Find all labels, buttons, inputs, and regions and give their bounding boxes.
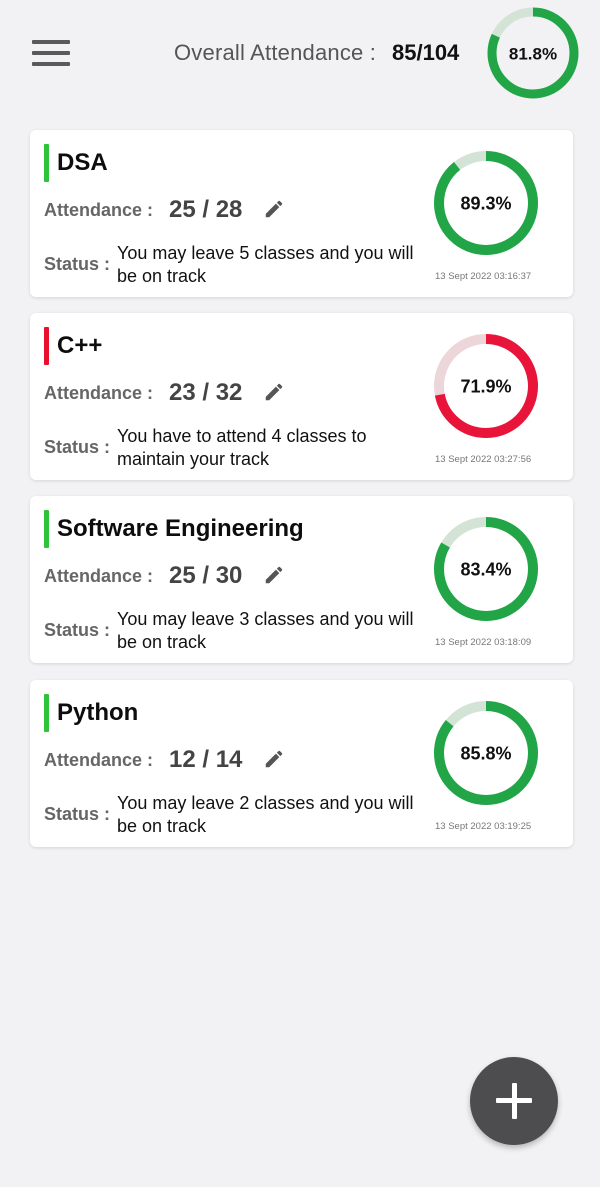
attendance-ring: 89.3%: [434, 151, 538, 255]
subject-name: C++: [57, 332, 103, 359]
subject-name: Software Engineering: [57, 515, 304, 542]
timestamp: 13 Sept 2022 03:27:56: [435, 454, 532, 465]
attendance-label: Attendance :: [44, 750, 154, 770]
status-label: Status :: [44, 437, 111, 457]
pencil-icon[interactable]: [263, 564, 285, 586]
app-header: Overall Attendance : 85/104 81.8%: [0, 0, 600, 110]
attendance-ring: 71.9%: [434, 334, 538, 438]
attendance-value: 23 / 32: [169, 379, 243, 406]
pencil-icon[interactable]: [263, 381, 285, 403]
attendance-percent-label: 83.4%: [460, 560, 511, 580]
status-text: You may leave 3 classes and you will be …: [117, 609, 414, 652]
add-subject-button[interactable]: [470, 1057, 558, 1145]
attendance-value: 12 / 14: [169, 746, 243, 773]
attendance-label: Attendance :: [44, 566, 154, 586]
attendance-percent-label: 85.8%: [460, 744, 511, 764]
subject-card[interactable]: DSA Attendance : 25 / 28 Status : You ma…: [30, 130, 573, 297]
overall-attendance-ring: 81.8%: [487, 7, 579, 99]
timestamp: 13 Sept 2022 03:19:25: [435, 821, 532, 832]
attendance-percent-label: 71.9%: [460, 377, 511, 397]
timestamp: 13 Sept 2022 03:16:37: [435, 271, 532, 282]
status-text: You may leave 5 classes and you will be …: [117, 243, 414, 286]
menu-bar: [32, 40, 70, 44]
attendance-label: Attendance :: [44, 383, 154, 403]
pencil-icon[interactable]: [263, 748, 285, 770]
overall-attendance-label: Overall Attendance :: [174, 40, 377, 65]
menu-bar: [32, 62, 70, 66]
status-label: Status :: [44, 804, 111, 824]
subject-card[interactable]: Software Engineering Attendance : 25 / 3…: [30, 496, 573, 663]
attendance-ring: 83.4%: [434, 517, 538, 621]
subject-name: DSA: [57, 149, 108, 176]
attendance-percent-label: 89.3%: [460, 194, 511, 214]
menu-bar: [32, 51, 70, 55]
subject-card[interactable]: C++ Attendance : 23 / 32 Status : You ha…: [30, 313, 573, 480]
attendance-value: 25 / 28: [169, 196, 243, 223]
overall-percent-label: 81.8%: [509, 45, 557, 64]
subject-status-marker: [44, 694, 49, 732]
attendance-ring: 85.8%: [434, 701, 538, 805]
status-text: You may leave 2 classes and you will be …: [117, 793, 414, 836]
subject-status-marker: [44, 327, 49, 365]
subject-status-marker: [44, 144, 49, 182]
overall-attendance-value: 85/104: [392, 40, 460, 65]
attendance-value: 25 / 30: [169, 562, 243, 589]
attendance-label: Attendance :: [44, 200, 154, 220]
subject-name: Python: [57, 699, 139, 726]
subject-status-marker: [44, 510, 49, 548]
menu-icon[interactable]: [30, 36, 74, 70]
pencil-icon[interactable]: [263, 198, 285, 220]
timestamp: 13 Sept 2022 03:18:09: [435, 637, 532, 648]
status-label: Status :: [44, 620, 111, 640]
status-text: You have to attend 4 classes to maintain…: [117, 426, 367, 469]
status-label: Status :: [44, 254, 111, 274]
subject-card[interactable]: Python Attendance : 12 / 14 Status : You…: [30, 680, 573, 847]
